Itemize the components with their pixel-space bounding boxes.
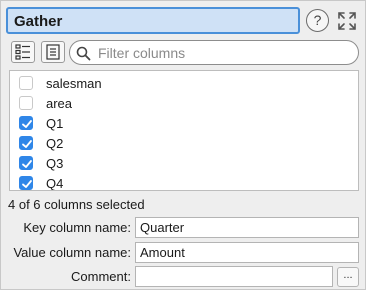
checkmark-icon <box>22 120 32 128</box>
select-all-button[interactable] <box>11 41 35 63</box>
deselect-all-button[interactable] <box>41 41 65 63</box>
filter-box <box>69 40 359 65</box>
column-item-area[interactable]: area <box>10 93 358 113</box>
checkbox-unchecked[interactable] <box>19 96 33 110</box>
checklist-icon <box>15 44 30 60</box>
filter-columns-input[interactable] <box>96 43 351 62</box>
comment-more-button[interactable]: ... <box>337 267 359 287</box>
column-label: Q4 <box>46 176 64 191</box>
column-item-q3[interactable]: Q3 <box>10 153 358 173</box>
column-list: salesman area Q1 Q2 Q3 Q4 <box>9 70 359 191</box>
column-label: area <box>46 96 73 111</box>
checkmark-icon <box>22 140 32 148</box>
column-label: Q3 <box>46 156 64 171</box>
checkbox-checked[interactable] <box>19 116 33 130</box>
value-column-input[interactable] <box>135 242 359 263</box>
comment-input[interactable] <box>135 266 333 287</box>
key-column-label: Key column name: <box>23 220 131 235</box>
step-title-text: Gather <box>14 13 63 30</box>
help-button[interactable]: ? <box>306 9 329 32</box>
list-icon <box>46 44 60 60</box>
column-label: Q1 <box>46 116 64 131</box>
selection-count: 4 of 6 columns selected <box>8 197 145 212</box>
column-label: salesman <box>46 76 102 91</box>
column-item-q1[interactable]: Q1 <box>10 113 358 133</box>
more-icon: ... <box>343 269 353 281</box>
search-icon <box>76 46 91 61</box>
expand-button[interactable] <box>335 9 359 33</box>
column-item-salesman[interactable]: salesman <box>10 73 358 93</box>
checkbox-checked[interactable] <box>19 136 33 150</box>
help-icon: ? <box>313 12 322 28</box>
expand-icon <box>338 12 356 30</box>
step-title[interactable]: Gather <box>6 7 300 34</box>
column-label: Q2 <box>46 136 64 151</box>
column-item-q4[interactable]: Q4 <box>10 173 358 191</box>
value-column-label: Value column name: <box>13 245 131 260</box>
checkbox-unchecked[interactable] <box>19 76 33 90</box>
checkmark-icon <box>22 180 32 188</box>
key-column-input[interactable] <box>135 217 359 238</box>
comment-label: Comment: <box>71 269 131 284</box>
gather-panel: Gather ? Filter columns salesman area Q1… <box>0 0 366 290</box>
checkbox-checked[interactable] <box>19 176 33 190</box>
checkbox-checked[interactable] <box>19 156 33 170</box>
checkmark-icon <box>22 160 32 168</box>
column-item-q2[interactable]: Q2 <box>10 133 358 153</box>
